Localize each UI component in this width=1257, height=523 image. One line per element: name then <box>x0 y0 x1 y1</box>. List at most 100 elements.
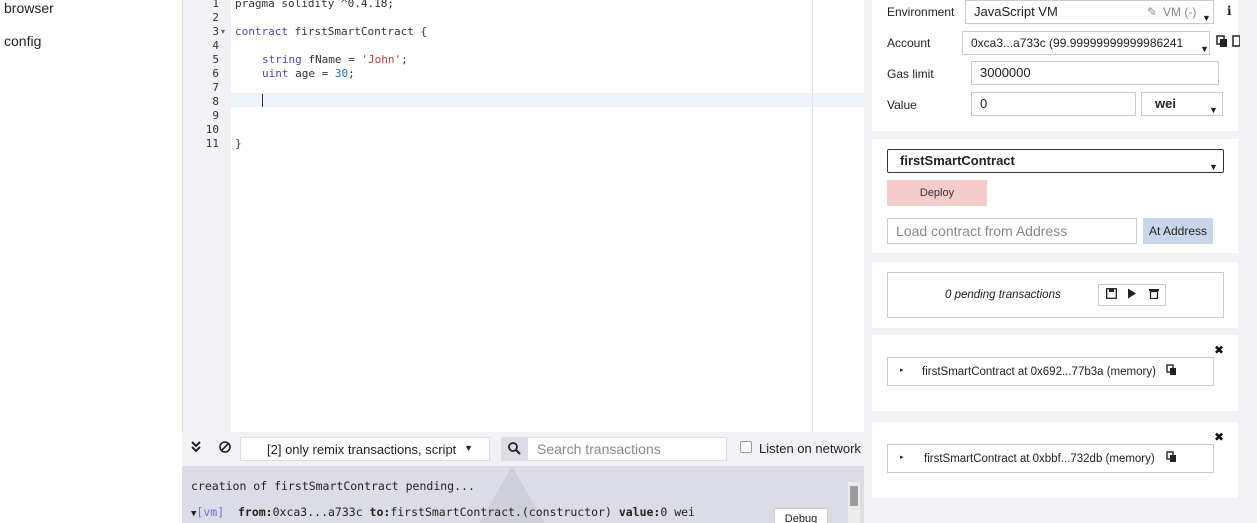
environment-label: Environment <box>887 5 955 19</box>
value-unit-select[interactable]: wei ▼ <box>1141 92 1223 116</box>
instance-card: ✖ ▸ firstSmartContract at 0xbbf...732db … <box>872 422 1238 498</box>
environment-vm-text: VM (-) <box>1163 5 1197 19</box>
log-to-label: to: <box>369 505 391 519</box>
instance-label: firstSmartContract at 0xbbf...732db (mem… <box>924 453 1155 465</box>
code-text: ; <box>348 67 355 80</box>
log-tx-line[interactable]: ▼[vm] from:0xca3...a733c to:firstSmartCo… <box>191 505 695 519</box>
account-label: Account <box>887 36 931 50</box>
deploy-card: firstSmartContract ▼ Deploy At Address <box>872 139 1238 253</box>
line-number: 3 <box>212 25 219 38</box>
code-line: string fName = 'John'; <box>262 53 408 66</box>
gas-limit-label: Gas limit <box>887 67 934 81</box>
scrollbar-thumb[interactable] <box>850 486 858 506</box>
listen-on-network-label: Listen on network <box>759 441 861 456</box>
log-to-value: firstSmartContract.(constructor) <box>390 505 619 519</box>
contract-instance[interactable]: ▸ firstSmartContract at 0xbbf...732db (m… <box>887 444 1214 473</box>
load-address-input[interactable] <box>887 218 1137 244</box>
code-content[interactable]: pragma solidity ^0.4.18; contract firstS… <box>231 0 865 432</box>
plug-icon: ✎ <box>1147 5 1158 19</box>
close-icon[interactable]: ✖ <box>1214 430 1224 444</box>
keyword: uint <box>262 67 289 80</box>
editor-gutter: 1 2 3 ▾ 4 5 6 7 8 9 10 11 <box>183 0 231 432</box>
value-unit: wei <box>1155 96 1176 111</box>
copy-icon[interactable] <box>1166 364 1177 379</box>
code-text: age = <box>288 67 335 80</box>
terminal-toolbar: [2] only remix transactions, script ▼ Li… <box>182 432 864 466</box>
search-transactions-input[interactable] <box>527 437 727 461</box>
log-pending-line: creation of firstSmartContract pending..… <box>191 479 475 493</box>
code-text: ; <box>401 53 408 66</box>
line-number: 1 <box>212 0 219 10</box>
search-icon[interactable] <box>501 437 527 461</box>
file-explorer: browser config <box>0 0 182 523</box>
line-number: 5 <box>212 53 219 66</box>
expand-caret-icon[interactable]: ▸ <box>900 366 904 374</box>
play-icon[interactable] <box>1127 288 1137 302</box>
caret-down-icon: ▼ <box>1209 105 1218 115</box>
caret-down-icon: ▼ <box>464 443 473 453</box>
terminal-output: creation of firstSmartContract pending..… <box>182 466 864 523</box>
instance-label: firstSmartContract at 0x692...77b3a (mem… <box>922 366 1156 378</box>
info-icon[interactable]: i <box>1227 4 1232 18</box>
trash-icon[interactable] <box>1149 288 1159 302</box>
gas-limit-input[interactable]: 3000000 <box>971 61 1219 85</box>
code-line: pragma solidity ^0.4.18; <box>235 0 394 10</box>
terminal-scrollbar[interactable] <box>848 482 860 523</box>
line-number: 7 <box>212 81 219 94</box>
pending-card: 0 pending transactions <box>872 262 1238 328</box>
line-number: 2 <box>212 11 219 24</box>
code-line: } <box>235 137 242 150</box>
deploy-button[interactable]: Deploy <box>887 180 987 206</box>
text-cursor <box>262 94 263 107</box>
remix-ide: browser config 1 2 3 ▾ 4 5 6 7 8 9 10 11… <box>0 0 1257 523</box>
save-icon[interactable] <box>1106 288 1117 302</box>
caret-down-icon: ▼ <box>1202 13 1211 23</box>
pending-transactions-text: 0 pending transactions <box>945 289 1061 301</box>
file-item-config[interactable]: config <box>4 33 41 49</box>
code-text: firstSmartContract { <box>287 25 428 38</box>
number-literal: 30 <box>334 67 349 80</box>
keyword: string <box>262 53 302 66</box>
settings-card: Environment JavaScript VM ✎ VM (-) ▼ i A… <box>872 0 1241 131</box>
listen-on-network-checkbox[interactable] <box>740 441 752 453</box>
pending-actions <box>1098 284 1166 306</box>
copy-icon[interactable] <box>1166 451 1177 466</box>
string-literal: 'John' <box>361 53 402 66</box>
caret-down-icon: ▼ <box>1209 162 1218 172</box>
environment-select[interactable]: JavaScript VM ✎ VM (-) ▼ <box>965 0 1214 24</box>
contract-select[interactable]: firstSmartContract ▼ <box>887 149 1224 173</box>
fold-arrow-icon[interactable]: ▾ <box>221 27 225 36</box>
double-chevron-down-icon[interactable] <box>191 441 201 456</box>
pending-transactions-box: 0 pending transactions <box>887 272 1224 318</box>
account-select[interactable]: 0xca3...a733c (99.99999999999986241 ▼ <box>962 31 1210 55</box>
clear-icon[interactable] <box>219 441 231 457</box>
copy-icon[interactable] <box>1216 35 1228 51</box>
vm-tag: [vm] <box>196 505 225 519</box>
contract-instance[interactable]: ▸ firstSmartContract at 0x692...77b3a (m… <box>887 357 1214 386</box>
value-label: Value <box>887 98 917 112</box>
line-number: 6 <box>212 67 219 80</box>
line-number: 4 <box>212 39 219 52</box>
line-number: 9 <box>212 109 219 122</box>
instance-card: ✖ ▸ firstSmartContract at 0x692...77b3a … <box>872 335 1238 411</box>
log-value-label: value: <box>618 505 661 519</box>
add-account-icon[interactable] <box>1232 35 1241 53</box>
run-panel: Environment JavaScript VM ✎ VM (-) ▼ i A… <box>864 0 1257 523</box>
file-item-browser[interactable]: browser <box>4 0 54 16</box>
account-value: 0xca3...a733c (99.99999999999986241 <box>971 36 1184 50</box>
keyword: contract <box>235 25 288 38</box>
value-input[interactable]: 0 <box>971 92 1136 116</box>
code-text: fName = <box>301 53 362 66</box>
code-editor[interactable]: 1 2 3 ▾ 4 5 6 7 8 9 10 11 pragma solidit… <box>182 0 865 432</box>
log-from-label: from: <box>237 505 273 519</box>
active-line-highlight <box>231 93 865 107</box>
print-margin <box>812 0 813 432</box>
log-from-value: 0xca3...a733c <box>272 505 370 519</box>
line-number: 10 <box>205 123 219 136</box>
line-number: 8 <box>212 95 219 108</box>
transaction-filter-select[interactable]: [2] only remix transactions, script ▼ <box>240 437 490 461</box>
close-icon[interactable]: ✖ <box>1214 343 1224 357</box>
expand-caret-icon[interactable]: ▸ <box>900 453 904 461</box>
at-address-button[interactable]: At Address <box>1143 218 1213 244</box>
debug-button[interactable]: Debug <box>774 508 828 523</box>
